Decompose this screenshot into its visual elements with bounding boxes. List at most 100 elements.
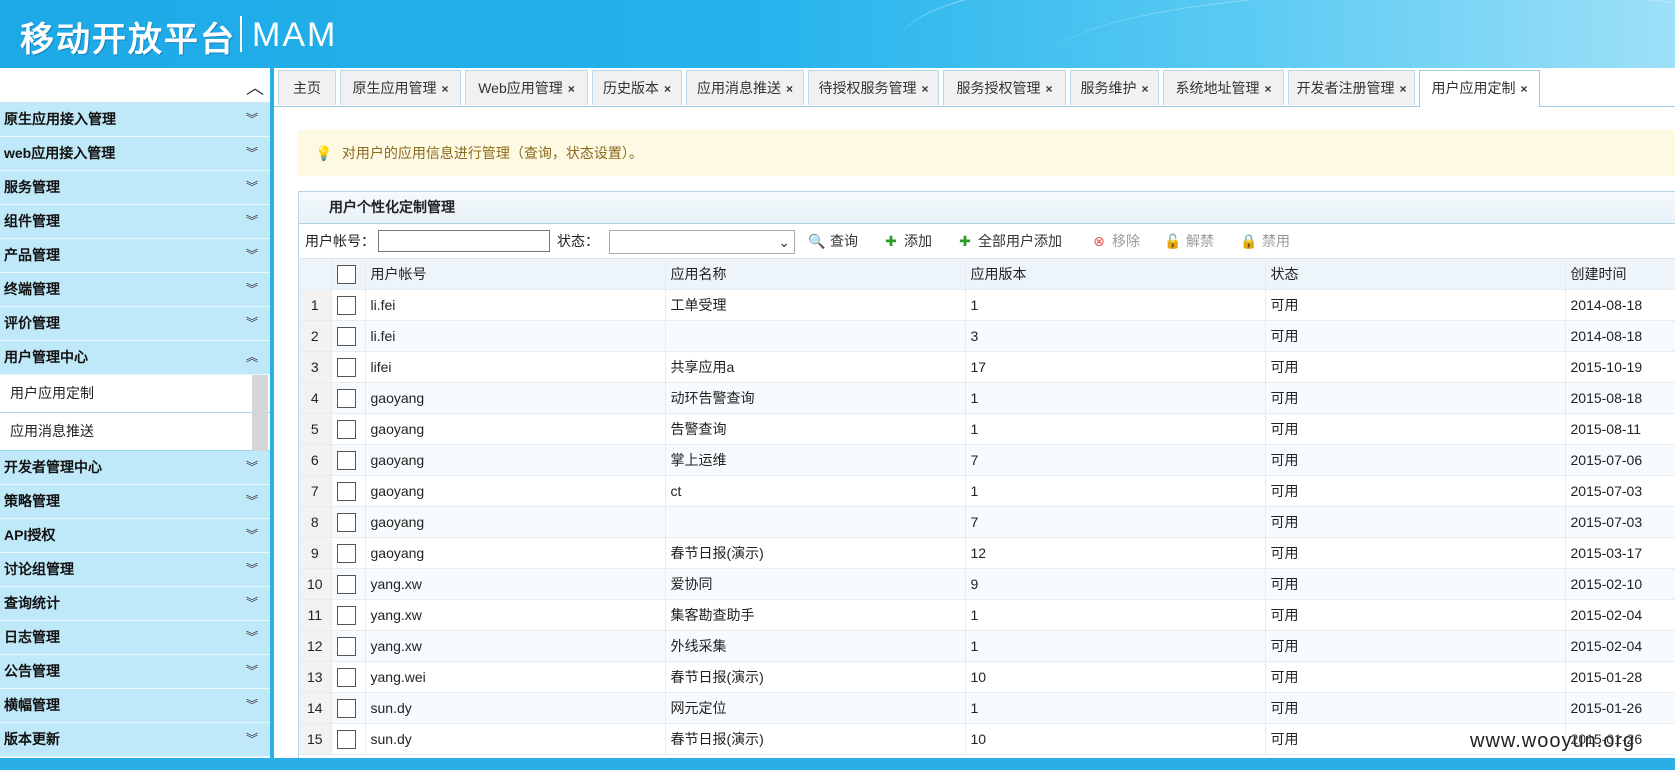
close-icon[interactable]: × [568,82,575,96]
tab[interactable]: Web应用管理 × [465,70,588,105]
table-row[interactable]: 6 gaoyang 掌上运维 7 可用 2015-07-06 [299,444,1675,476]
sidebar-menu-item[interactable]: 服务管理 ︾ [0,171,270,205]
row-checkbox-cell[interactable] [331,475,366,507]
sidebar-menu-item[interactable]: 产品管理 ︾ [0,239,270,273]
table-row[interactable]: 9 gaoyang 春节日报(演示) 12 可用 2015-03-17 [299,537,1675,569]
table-row[interactable]: 2 li.fei 3 可用 2014-08-18 [299,320,1675,352]
tab[interactable]: 应用消息推送 × [686,70,804,105]
table-row[interactable]: 4 gaoyang 动环告警查询 1 可用 2015-08-18 [299,382,1675,414]
row-checkbox-cell[interactable] [331,723,366,755]
row-checkbox-cell[interactable] [331,289,366,321]
table-row[interactable]: 11 yang.xw 集客勘查助手 1 可用 2015-02-04 [299,599,1675,631]
row-checkbox-cell[interactable] [331,630,366,662]
row-checkbox-cell[interactable] [331,599,366,631]
checkbox[interactable] [336,729,356,749]
table-row[interactable]: 10 yang.xw 爱协同 9 可用 2015-02-10 [299,568,1675,600]
query-button[interactable]: 🔍 查询 [807,224,858,258]
table-row[interactable]: 1 li.fei 工单受理 1 可用 2014-08-18 [299,289,1675,321]
submenu-scrollbar[interactable] [252,375,268,451]
sidebar-menu-item[interactable]: 原生应用接入管理 ︾ [0,103,270,137]
close-icon[interactable]: × [441,82,448,96]
row-checkbox-cell[interactable] [331,444,366,476]
checkbox[interactable] [336,667,356,687]
sidebar-menu-item[interactable]: 公告管理 ︾ [0,655,270,689]
sidebar-menu-item[interactable]: 评价管理 ︾ [0,307,270,341]
sidebar-menu-item[interactable]: 横幅管理 ︾ [0,689,270,723]
tab[interactable]: 服务授权管理 × [943,70,1066,105]
chevron-up-icon[interactable]: ︿ [246,74,264,100]
row-checkbox-cell[interactable] [331,692,366,724]
column-header[interactable]: 状态 [1265,259,1566,290]
table-row[interactable]: 8 gaoyang 7 可用 2015-07-03 [299,506,1675,538]
tab[interactable]: 系统地址管理 × [1163,70,1284,105]
row-checkbox-cell[interactable] [331,537,366,569]
sidebar-menu-item[interactable]: 版本更新 ︾ [0,723,270,757]
close-icon[interactable]: × [1141,82,1148,96]
checkbox[interactable] [336,357,356,377]
table-row[interactable]: 7 gaoyang ct 1 可用 2015-07-03 [299,475,1675,507]
row-checkbox-cell[interactable] [331,351,366,383]
tab[interactable]: 原生应用管理 × [340,70,461,105]
ban-button[interactable]: 🔒 禁用 [1239,224,1290,258]
tab[interactable]: 开发者注册管理 × [1288,70,1415,105]
column-header[interactable]: 应用名称 [665,259,966,290]
sidebar-subitem[interactable]: 用户应用定制 [0,375,270,413]
table-row[interactable]: 15 sun.dy 春节日报(演示) 10 可用 2015-01-26 [299,723,1675,755]
sidebar-menu-item[interactable]: 终端管理 ︾ [0,273,270,307]
column-header[interactable]: 应用版本 [965,259,1266,290]
tab[interactable]: 用户应用定制 × [1419,70,1540,107]
remove-button[interactable]: ⊗ 移除 [1089,224,1140,258]
checkbox[interactable] [336,264,356,284]
select-all-checkbox[interactable] [331,259,366,290]
sidebar-menu-item[interactable]: 查询统计 ︾ [0,587,270,621]
checkbox[interactable] [336,419,356,439]
row-checkbox-cell[interactable] [331,568,366,600]
sidebar-menu-item[interactable]: 组件管理 ︾ [0,205,270,239]
checkbox[interactable] [336,698,356,718]
checkbox[interactable] [336,481,356,501]
column-header[interactable]: 用户帐号 [365,259,666,290]
close-icon[interactable]: × [664,82,671,96]
row-checkbox-cell[interactable] [331,413,366,445]
close-icon[interactable]: × [786,82,793,96]
add-all-users-button[interactable]: ✚ 全部用户添加 [955,224,1062,258]
table-row[interactable]: 5 gaoyang 告警查询 1 可用 2015-08-11 [299,413,1675,445]
sidebar-menu-item[interactable]: 开发者管理中心 ︾ [0,451,270,485]
sidebar-menu-item[interactable]: 策略管理 ︾ [0,485,270,519]
row-checkbox-cell[interactable] [331,661,366,693]
checkbox[interactable] [336,574,356,594]
table-row[interactable]: 13 yang.wei 春节日报(演示) 10 可用 2015-01-28 [299,661,1675,693]
table-row[interactable]: 14 sun.dy 网元定位 1 可用 2015-01-26 [299,692,1675,724]
checkbox[interactable] [336,605,356,625]
table-row[interactable]: 3 lifei 共享应用a 17 可用 2015-10-19 [299,351,1675,383]
close-icon[interactable]: × [1045,82,1052,96]
tab[interactable]: 历史版本 × [592,70,682,105]
tab[interactable]: 服务维护 × [1070,70,1159,105]
account-input[interactable] [378,230,550,252]
row-checkbox-cell[interactable] [331,506,366,538]
checkbox[interactable] [336,295,356,315]
row-checkbox-cell[interactable] [331,320,366,352]
tab[interactable]: 主页 [278,70,336,105]
sidebar-menu-item[interactable]: web应用接入管理 ︾ [0,137,270,171]
row-checkbox-cell[interactable] [331,382,366,414]
close-icon[interactable]: × [1264,82,1271,96]
sidebar-menu-item[interactable]: API授权 ︾ [0,519,270,553]
add-button[interactable]: ✚ 添加 [881,224,932,258]
sidebar-menu-expanded[interactable]: 用户管理中心 ︽ [0,341,270,375]
checkbox[interactable] [336,512,356,532]
sidebar-menu-item[interactable]: 日志管理 ︾ [0,621,270,655]
checkbox[interactable] [336,543,356,563]
sidebar-menu-item[interactable]: 讨论组管理 ︾ [0,553,270,587]
close-icon[interactable]: × [1399,82,1406,96]
close-icon[interactable]: × [1520,82,1527,96]
close-icon[interactable]: × [921,82,928,96]
column-header[interactable]: 创建时间 [1565,259,1675,290]
tab[interactable]: 待授权服务管理 × [808,70,939,105]
sidebar-subitem[interactable]: 应用消息推送 [0,413,270,451]
unban-button[interactable]: 🔓 解禁 [1163,224,1214,258]
status-select[interactable]: ⌄ [609,230,795,254]
checkbox[interactable] [336,326,356,346]
table-row[interactable]: 12 yang.xw 外线采集 1 可用 2015-02-04 [299,630,1675,662]
checkbox[interactable] [336,636,356,656]
